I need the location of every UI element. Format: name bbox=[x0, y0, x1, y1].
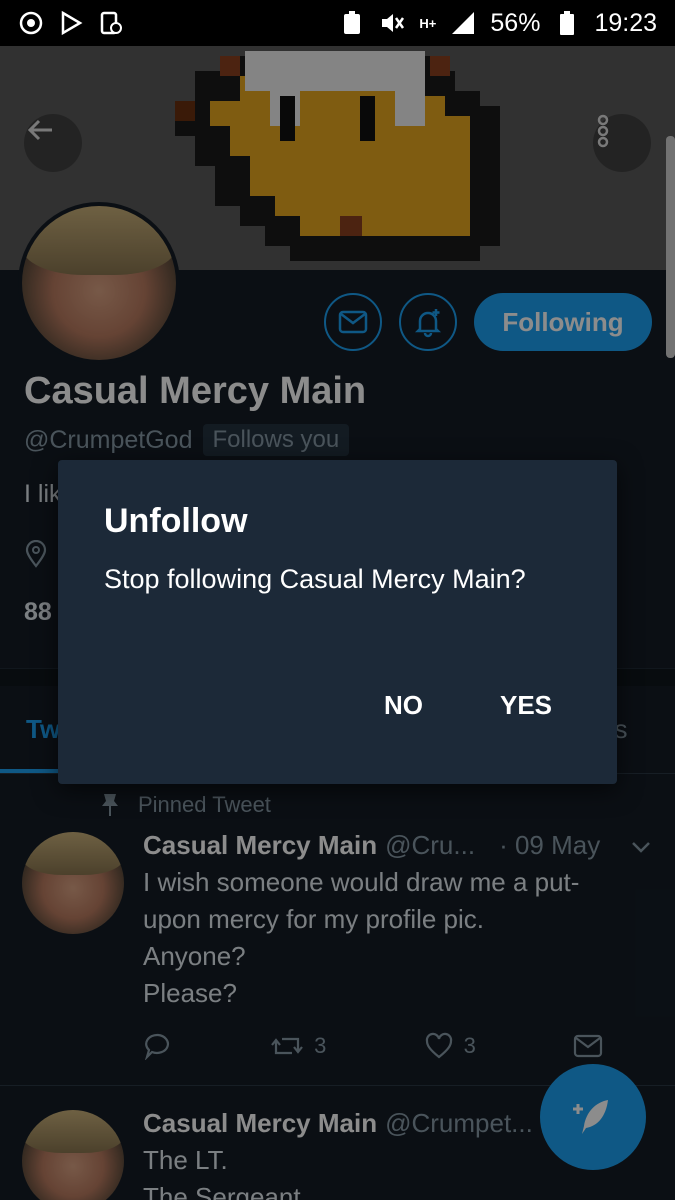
clock: 19:23 bbox=[594, 8, 657, 37]
battery-percent: 56% bbox=[490, 8, 541, 37]
status-right-icons: H+ 56% 19:23 bbox=[339, 9, 657, 38]
battery-icon bbox=[554, 10, 580, 36]
dialog-title: Unfollow bbox=[104, 502, 248, 540]
network-type-label: H+ bbox=[419, 15, 437, 31]
no-button[interactable]: NO bbox=[372, 686, 435, 725]
signal-icon bbox=[450, 10, 476, 36]
play-store-icon bbox=[58, 10, 84, 36]
status-left-icons bbox=[18, 10, 124, 36]
screenshot-icon bbox=[98, 10, 124, 36]
unfollow-dialog: Unfollow Stop following Casual Mercy Mai… bbox=[58, 460, 617, 784]
status-bar: H+ 56% 19:23 bbox=[0, 0, 675, 46]
battery-saver-icon bbox=[339, 10, 365, 36]
dialog-message: Stop following Casual Mercy Main? bbox=[104, 564, 526, 594]
power-icon bbox=[18, 10, 44, 36]
mute-icon bbox=[379, 10, 405, 36]
yes-button[interactable]: YES bbox=[488, 686, 564, 725]
